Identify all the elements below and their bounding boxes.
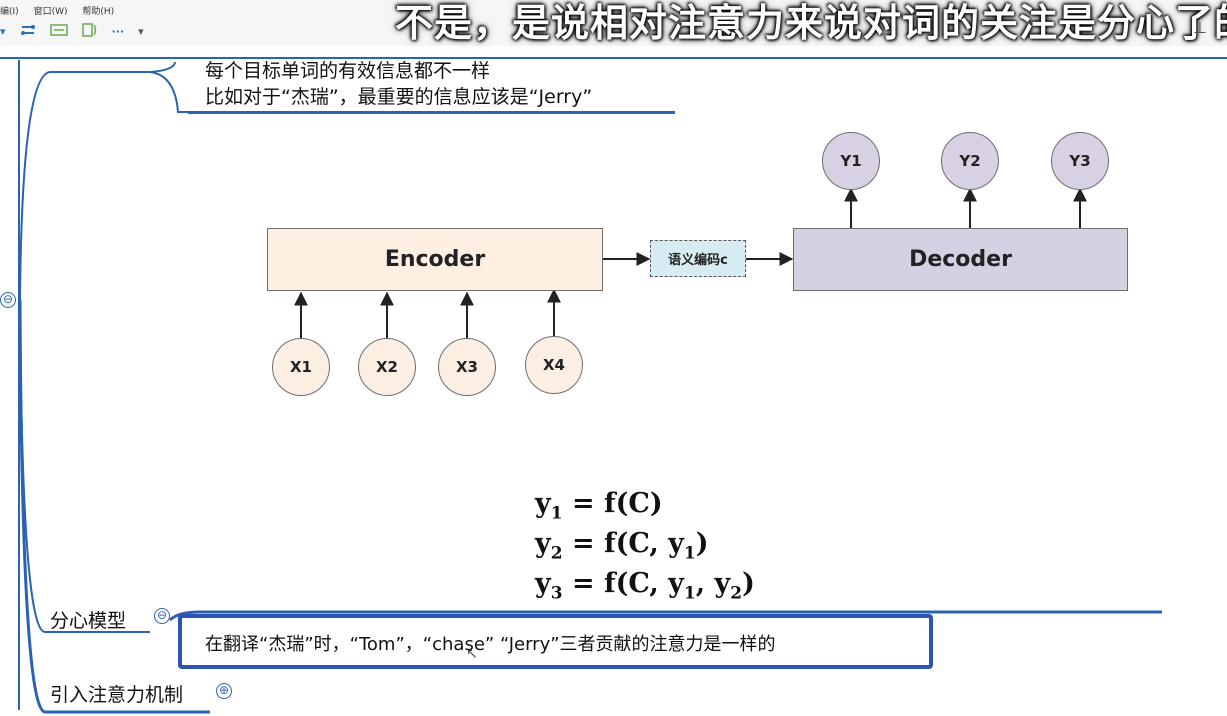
output-node-y1: Y1 [822, 132, 880, 190]
node-distract-model[interactable]: 分心模型 [50, 606, 126, 633]
decoder-box: Decoder [793, 228, 1128, 291]
input-node-x2: X2 [358, 338, 416, 396]
expand-introduce-button[interactable]: ⊕ [216, 683, 232, 699]
collapse-distract-button[interactable]: ⊖ [154, 608, 170, 624]
diagram-arrows [294, 187, 1087, 340]
formula-y2: y2 = f(C, y1) [535, 528, 709, 564]
output-node-y2: Y2 [941, 132, 999, 190]
input-node-x1: X1 [272, 338, 330, 396]
input-node-x3: X3 [438, 338, 496, 396]
formula-y3: y3 = f(C, y1, y2) [535, 568, 755, 604]
node-introduce-attention[interactable]: 引入注意力机制 [50, 680, 183, 707]
input-node-x4: X4 [525, 336, 583, 394]
semantic-code-box: 语义编码c [650, 240, 746, 277]
node-distract-detail[interactable]: 在翻译“杰瑞”时，“Tom”，“chase” “Jerry”三者贡献的注意力是一… [205, 630, 776, 656]
encoder-box: Encoder [267, 228, 603, 291]
mouse-cursor-icon: ↖ [466, 646, 478, 662]
output-node-y3: Y3 [1051, 132, 1109, 190]
formula-y1: y1 = f(C) [535, 488, 663, 524]
